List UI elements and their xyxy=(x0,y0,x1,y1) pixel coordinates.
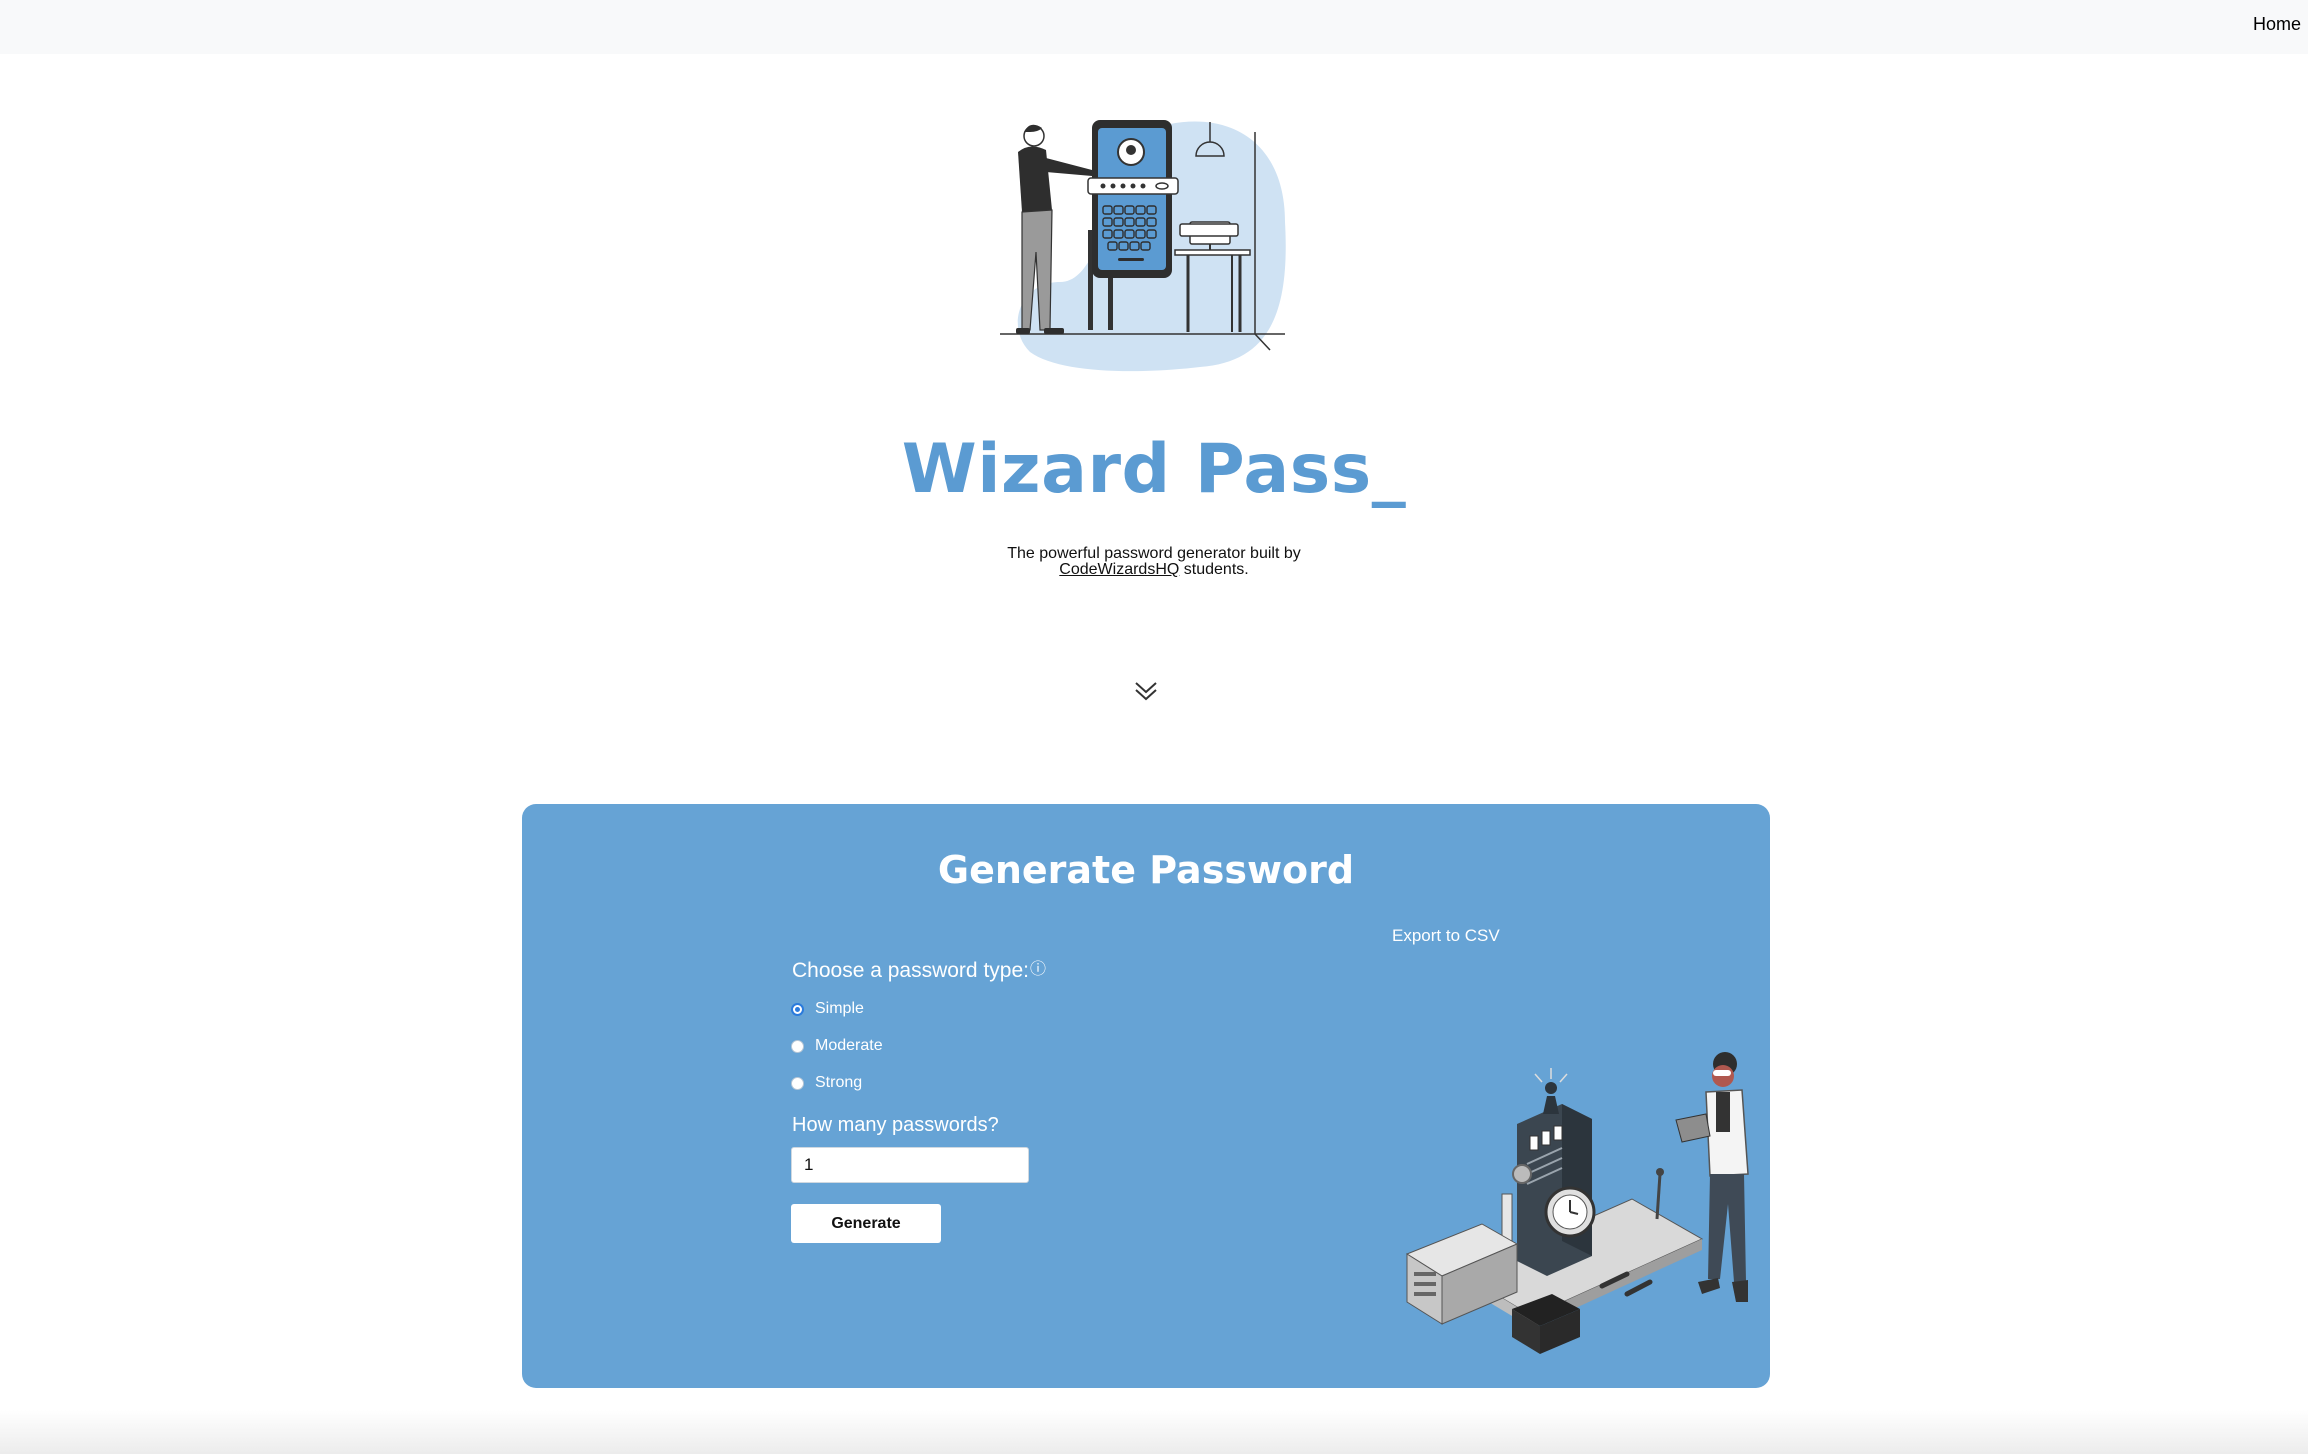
app-title: Wizard Pass_ xyxy=(901,430,1407,509)
generator-panel: Generate Password Export to CSV Choose a… xyxy=(522,804,1770,1388)
password-type-label: Choose a password type:ⓘ xyxy=(792,958,1046,983)
info-icon[interactable]: ⓘ xyxy=(1030,961,1046,978)
top-navbar: Home xyxy=(0,0,2308,54)
radio-option-strong[interactable]: Strong xyxy=(791,1072,862,1094)
generate-button[interactable]: Generate xyxy=(791,1204,941,1243)
password-type-text: Choose a password type: xyxy=(792,959,1029,982)
nav-home-link[interactable]: Home xyxy=(2253,14,2301,35)
password-login-illustration xyxy=(1000,120,1286,372)
chevron-double-down-icon[interactable] xyxy=(1133,680,1159,702)
radio-option-moderate[interactable]: Moderate xyxy=(791,1035,883,1057)
radio-button[interactable] xyxy=(791,1039,804,1053)
export-csv-link[interactable]: Export to CSV xyxy=(1392,926,1500,946)
password-machine-illustration xyxy=(1405,1052,1749,1354)
password-count-input[interactable] xyxy=(791,1147,1029,1183)
generator-title: Generate Password xyxy=(937,848,1355,892)
radio-label: Strong xyxy=(815,1074,863,1091)
radio-label: Moderate xyxy=(815,1037,883,1054)
tagline-text: The powerful password generator built by xyxy=(1007,545,1301,562)
radio-button[interactable] xyxy=(791,1076,804,1090)
password-count-label: How many passwords? xyxy=(792,1114,999,1136)
tagline: The powerful password generator built by… xyxy=(0,546,2308,578)
radio-button[interactable] xyxy=(791,1002,804,1016)
radio-label: Simple xyxy=(815,1000,864,1017)
tagline-suffix: students. xyxy=(1179,561,1249,578)
codewizardshq-link[interactable]: CodeWizardsHQ xyxy=(1059,561,1179,578)
radio-option-simple[interactable]: Simple xyxy=(791,998,864,1020)
footer-fade xyxy=(0,1410,2308,1454)
